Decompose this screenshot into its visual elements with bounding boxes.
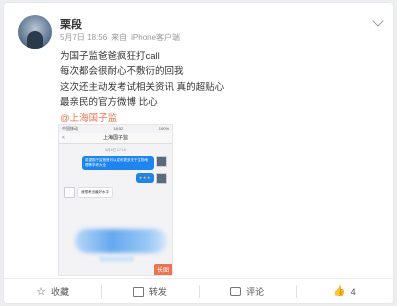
- chat-nav-bar: < 上海国子监: [59, 133, 172, 144]
- post-text: 为国子监爸爸疯狂打call 每次都会很耐心不敷衍的回我 这次还主动发考试相关资讯…: [60, 49, 224, 126]
- like-count: 4: [350, 286, 356, 297]
- message-bubble: 我想考出最好水平: [77, 187, 113, 198]
- chat-message: 希望国子监爸爸可以发布更多关于生物地理等学考大全: [62, 156, 169, 170]
- favorite-button[interactable]: ☆ 收藏: [4, 279, 101, 304]
- stars-icon: ★★★: [138, 175, 151, 180]
- phone-time: 18:52: [113, 126, 124, 131]
- username[interactable]: 栗段: [60, 16, 82, 32]
- post-line: 这次还主动发考试相关资讯 真的超贴心: [60, 81, 225, 93]
- avatar[interactable]: [18, 15, 52, 49]
- thumbs-up-icon: 👍: [333, 286, 346, 297]
- post-line: 最亲民的官方微博 比心: [60, 97, 158, 109]
- blurred-content: [75, 229, 167, 253]
- share-label: 转发: [148, 287, 167, 297]
- weibo-post-card: 栗段 5月7日 18:56 来自 iPhone客户端 为国子监爸爸疯狂打call 每…: [4, 3, 393, 303]
- chat-timestamp: 5月6日 17:15: [105, 148, 126, 152]
- post-line: 每次都会很耐心不敷衍的回我: [60, 66, 184, 78]
- long-image-badge: 长图: [153, 264, 172, 275]
- star-icon: ☆: [36, 286, 47, 298]
- comment-icon: [230, 287, 242, 296]
- phone-status-bar: 中国移动 18:52 100%: [59, 125, 172, 133]
- back-icon: <: [62, 135, 65, 141]
- favorite-label: 收藏: [51, 287, 70, 297]
- message-bubble: 希望国子监爸爸可以发布更多关于生物地理等学考大全: [82, 156, 154, 170]
- message-bubble: ★★★: [135, 173, 154, 183]
- avatar: [156, 156, 167, 167]
- embedded-screenshot[interactable]: 中国移动 18:52 100% < 上海国子监 5月6日 17:15 希望国子监…: [58, 124, 173, 276]
- share-button[interactable]: 转发: [101, 279, 198, 304]
- avatar: [156, 173, 167, 184]
- post-date[interactable]: 5月7日 18:56: [60, 33, 107, 42]
- share-icon: [132, 286, 144, 297]
- chat-message: 我想考出最好水平: [62, 187, 169, 198]
- source-prefix: 来自: [111, 33, 128, 42]
- post-source[interactable]: iPhone客户端: [131, 33, 180, 42]
- chevron-down-icon[interactable]: [372, 15, 384, 27]
- comment-label: 评论: [246, 287, 265, 297]
- action-bar: ☆ 收藏 转发 评论 👍 4: [4, 278, 393, 304]
- comment-button[interactable]: 评论: [198, 279, 296, 304]
- chat-message: ★★★: [62, 173, 169, 184]
- blurred-content: [99, 256, 134, 262]
- avatar: [64, 187, 75, 198]
- chat-title: 上海国子监: [102, 135, 128, 141]
- carrier: 中国移动: [62, 126, 78, 131]
- post-meta: 5月7日 18:56 来自 iPhone客户端: [60, 32, 184, 43]
- like-button[interactable]: 👍 4: [295, 279, 393, 304]
- post-line: 为国子监爸爸疯狂打call: [60, 51, 160, 62]
- battery: 100%: [158, 126, 169, 131]
